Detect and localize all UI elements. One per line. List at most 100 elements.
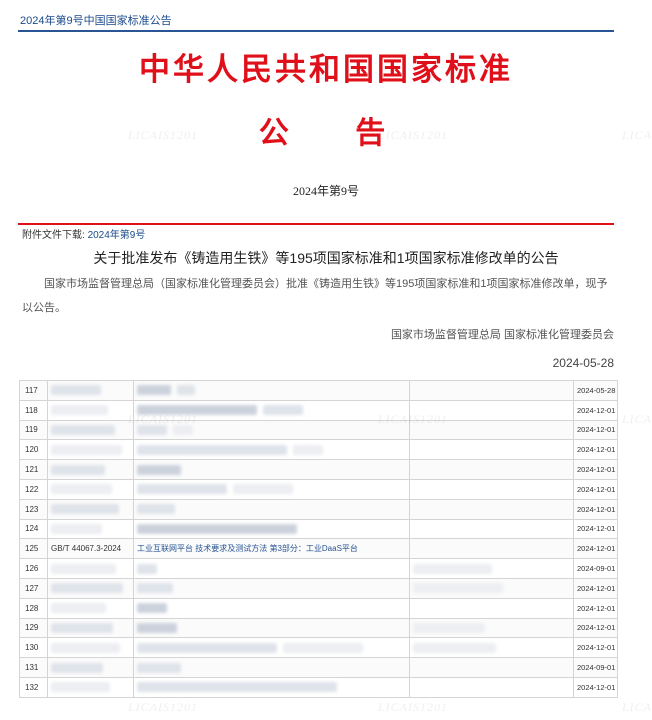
replaced-standard bbox=[409, 558, 574, 579]
redacted-code bbox=[51, 523, 102, 534]
standard-name[interactable] bbox=[133, 459, 410, 480]
table-row: 130 2024-12-01 bbox=[19, 637, 618, 659]
redacted-name bbox=[173, 424, 193, 435]
notice-body: 国家市场监督管理总局（国家标准化管理委员会）批准《铸造用生铁》等195项国家标准… bbox=[22, 278, 608, 314]
redacted-name bbox=[137, 385, 171, 396]
effective-date: 2024-12-01 bbox=[573, 439, 618, 461]
standard-name[interactable] bbox=[133, 380, 410, 401]
standard-name[interactable] bbox=[133, 676, 410, 698]
standard-name[interactable] bbox=[133, 637, 410, 659]
effective-date: 2024-12-01 bbox=[573, 478, 618, 500]
redacted-replaced bbox=[413, 622, 485, 633]
standard-name[interactable] bbox=[133, 439, 410, 461]
redacted-replaced bbox=[413, 583, 503, 594]
signer: 国家市场监督管理总局 国家标准化管理委员会 bbox=[390, 329, 614, 341]
table-row: 126 2024-09-01 bbox=[19, 558, 618, 579]
redacted-name bbox=[137, 642, 277, 653]
table-row: 118 2024-12-01 bbox=[19, 399, 618, 421]
effective-date: 2024-05-28 bbox=[573, 380, 618, 401]
standard-code bbox=[47, 419, 134, 441]
standard-name[interactable] bbox=[133, 399, 410, 421]
redacted-name bbox=[177, 385, 195, 396]
redacted-replaced bbox=[413, 642, 496, 653]
row-number: 120 bbox=[19, 439, 48, 461]
attachment-download-link[interactable]: 2024年第9号 bbox=[88, 230, 146, 241]
table-row: 128 2024-12-01 bbox=[19, 597, 618, 619]
row-number: 128 bbox=[19, 597, 48, 619]
notice-title: 关于批准发布《铸造用生铁》等195项国家标准和1项国家标准修改单的公告 bbox=[93, 250, 559, 266]
watermark-text: LICAIS1201 bbox=[378, 700, 448, 714]
table-row: 125 GB/T 44067.3-2024 工业互联网平台 技术要求及测试方法 第3… bbox=[19, 538, 618, 560]
sign-date: 2024-05-28 bbox=[552, 356, 614, 370]
standard-name[interactable] bbox=[133, 498, 410, 520]
attachment-label: 附件文件下载: bbox=[22, 230, 85, 241]
document-subtitle: 公 告 bbox=[258, 116, 414, 151]
redacted-code bbox=[51, 444, 122, 455]
row-number: 132 bbox=[19, 676, 48, 698]
replaced-standard bbox=[409, 597, 574, 619]
redacted-code bbox=[51, 682, 110, 693]
table-row: 124 2024-12-01 bbox=[19, 518, 618, 540]
standard-name[interactable] bbox=[133, 617, 410, 639]
redacted-replaced bbox=[413, 563, 492, 574]
row-number: 131 bbox=[19, 657, 48, 678]
standard-name[interactable] bbox=[133, 577, 410, 599]
redacted-name bbox=[137, 682, 337, 693]
redacted-name bbox=[137, 464, 181, 475]
redacted-code bbox=[51, 583, 123, 594]
row-number: 117 bbox=[19, 380, 48, 401]
effective-date: 2024-12-01 bbox=[573, 676, 618, 698]
effective-date: 2024-12-01 bbox=[573, 577, 618, 599]
effective-date: 2024-12-01 bbox=[573, 419, 618, 441]
row-number: 125 bbox=[19, 538, 48, 560]
redacted-name bbox=[137, 622, 177, 633]
row-number: 130 bbox=[19, 637, 48, 659]
standard-name[interactable] bbox=[133, 419, 410, 441]
redacted-name bbox=[283, 642, 363, 653]
watermark-text: LICAIS1201 bbox=[622, 700, 652, 714]
replaced-standard bbox=[409, 617, 574, 639]
redacted-name bbox=[137, 484, 227, 495]
replaced-standard bbox=[409, 478, 574, 500]
red-divider bbox=[18, 223, 614, 225]
replaced-standard bbox=[409, 380, 574, 401]
replaced-standard bbox=[409, 538, 574, 560]
breadcrumb[interactable]: 2024年第9号中国国家标准公告 bbox=[20, 12, 172, 28]
standard-code bbox=[47, 399, 134, 421]
effective-date: 2024-12-01 bbox=[573, 518, 618, 540]
watermark-text: LICAIS1201 bbox=[128, 700, 198, 714]
standard-code bbox=[47, 637, 134, 659]
standard-name-link[interactable]: 工业互联网平台 技术要求及测试方法 第3部分：工业DaaS平台 bbox=[137, 544, 358, 553]
table-row: 123 2024-12-01 bbox=[19, 498, 618, 520]
redacted-name bbox=[137, 504, 175, 515]
redacted-code bbox=[51, 484, 112, 495]
effective-date: 2024-12-01 bbox=[573, 617, 618, 639]
standard-name[interactable] bbox=[133, 558, 410, 579]
redacted-code bbox=[51, 603, 106, 614]
effective-date: 2024-12-01 bbox=[573, 597, 618, 619]
table-row: 131 2024-09-01 bbox=[19, 657, 618, 678]
standard-code bbox=[47, 617, 134, 639]
redacted-name bbox=[137, 424, 167, 435]
replaced-standard bbox=[409, 577, 574, 599]
standard-code bbox=[47, 597, 134, 619]
issue-number: 2024年第9号 bbox=[292, 184, 359, 198]
standard-name[interactable] bbox=[133, 657, 410, 678]
standard-name[interactable] bbox=[133, 478, 410, 500]
effective-date: 2024-12-01 bbox=[573, 637, 618, 659]
redacted-name bbox=[293, 444, 323, 455]
table-row: 127 2024-12-01 bbox=[19, 577, 618, 599]
standard-code bbox=[47, 577, 134, 599]
standard-code bbox=[47, 498, 134, 520]
standard-name[interactable]: 工业互联网平台 技术要求及测试方法 第3部分：工业DaaS平台 bbox=[133, 538, 410, 560]
redacted-name bbox=[137, 405, 257, 416]
effective-date: 2024-09-01 bbox=[573, 657, 618, 678]
standard-name[interactable] bbox=[133, 597, 410, 619]
redacted-code bbox=[51, 563, 116, 574]
redacted-code bbox=[51, 464, 105, 475]
replaced-standard bbox=[409, 399, 574, 421]
effective-date: 2024-09-01 bbox=[573, 558, 618, 579]
standard-name[interactable] bbox=[133, 518, 410, 540]
standard-code bbox=[47, 558, 134, 579]
table-row: 129 2024-12-01 bbox=[19, 617, 618, 639]
